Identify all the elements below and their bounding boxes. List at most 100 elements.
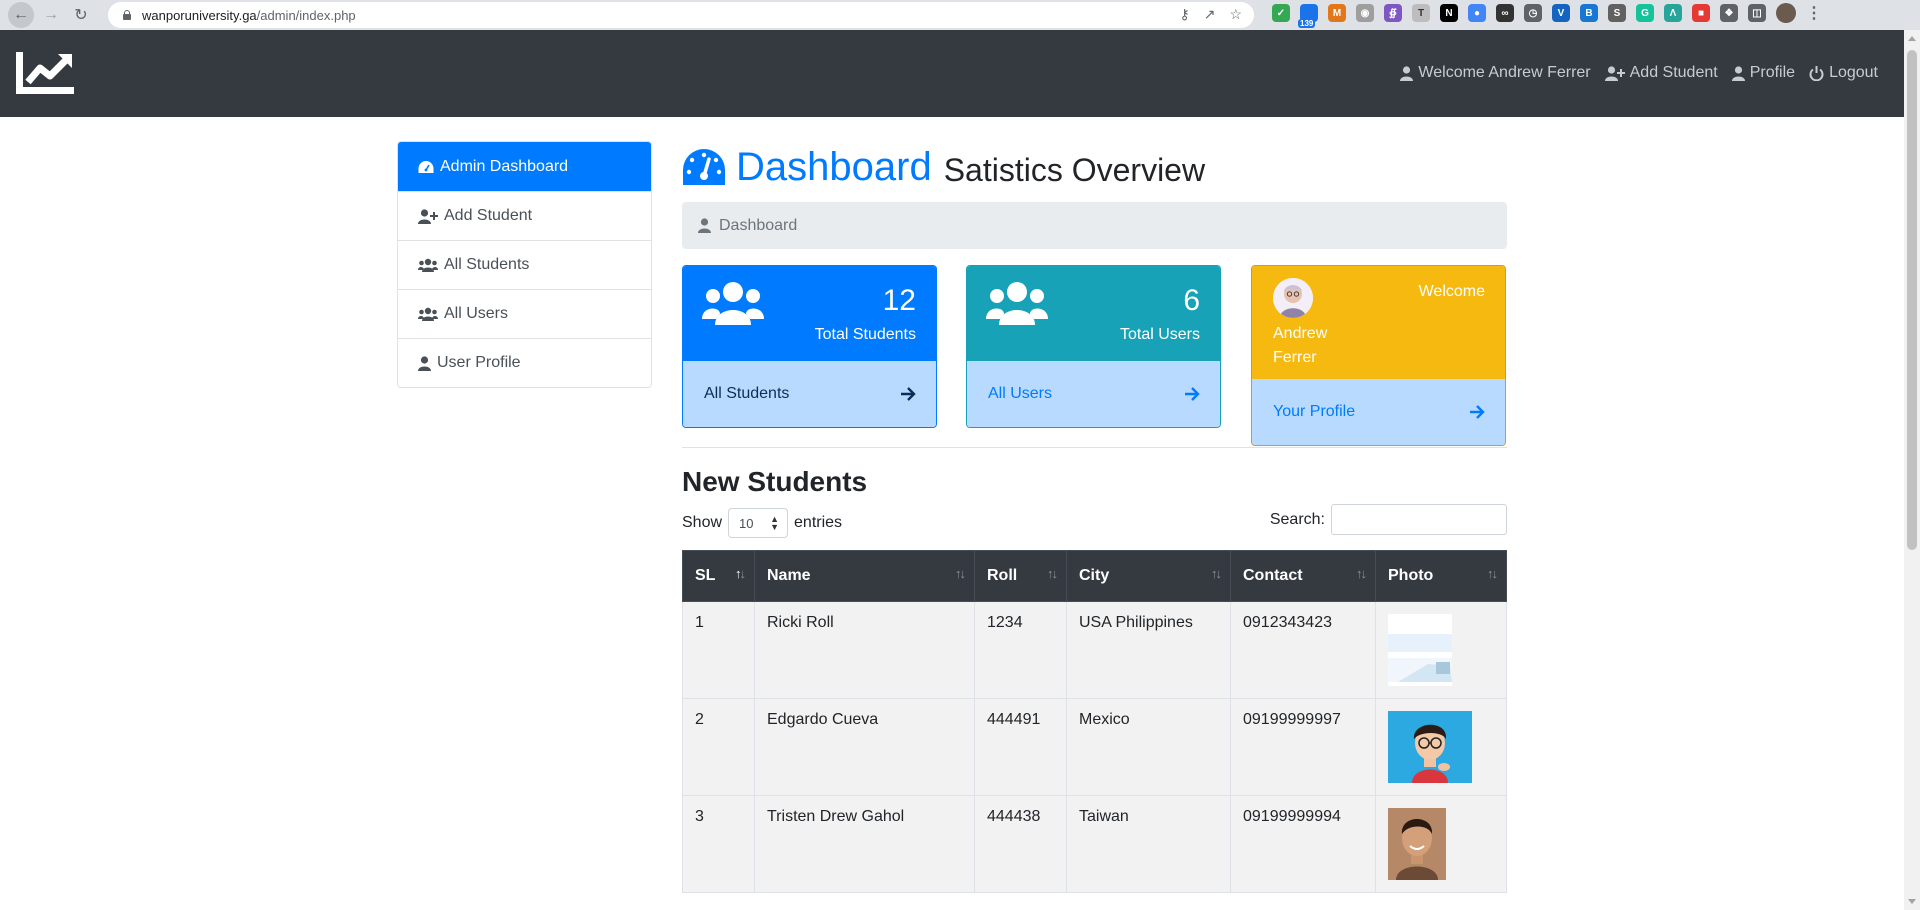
entries-label: entries (794, 514, 843, 531)
sort-icon: ↑↓ (1356, 566, 1367, 581)
user-icon (418, 355, 431, 371)
calendar-extension-icon[interactable]: 139 (1298, 4, 1318, 28)
scrollbar-thumb[interactable] (1907, 50, 1917, 550)
profile-nav-label: Profile (1749, 64, 1796, 81)
side-panel-icon[interactable]: ◫ (1748, 4, 1766, 22)
sidebar-item-label: All Users (444, 305, 509, 322)
cell-roll: 444491 (974, 698, 1067, 796)
student-photo[interactable] (1388, 808, 1446, 880)
column-header-roll[interactable]: Roll ↑↓ (974, 550, 1067, 602)
address-bar[interactable]: wanporuniversity.ga/admin/index.php ⚷ ↗ … (108, 2, 1254, 28)
total-users-card: 6 Total Users All Users (966, 265, 1221, 428)
more-menu-icon[interactable]: ⋮ (1806, 3, 1822, 23)
scroll-up-icon[interactable] (1908, 36, 1916, 41)
card-header: 12 Total Students (683, 266, 936, 361)
sort-icon: ↑↓ (1211, 566, 1222, 581)
column-header-contact[interactable]: Contact ↑↓ (1230, 550, 1376, 602)
welcome-user-name: Andrew Ferrer (1273, 325, 1328, 366)
column-header-sl[interactable]: SL ↑↓ (682, 550, 755, 602)
column-header-name[interactable]: Name ↑↓ (754, 550, 975, 602)
user-plus-icon (1604, 65, 1625, 81)
link-extension-icon[interactable]: ∞ (1496, 4, 1514, 22)
purple-extension-icon[interactable]: ∯ (1384, 4, 1402, 22)
share-icon[interactable]: ↗ (1204, 6, 1216, 23)
profile-nav-link[interactable]: Profile (1731, 64, 1796, 82)
user-icon (698, 218, 711, 233)
bookmark-star-icon[interactable]: ☆ (1229, 6, 1242, 23)
add-student-nav-link[interactable]: Add Student (1604, 64, 1718, 82)
sidebar-item-admin-dashboard[interactable]: Admin Dashboard (398, 142, 651, 191)
page-scrollbar[interactable] (1904, 30, 1920, 910)
card-header: Welcome Andrew Ferrer (1252, 266, 1505, 379)
card-header: 6 Total Users (967, 266, 1220, 361)
new-students-heading: New Students (682, 466, 868, 497)
entries-select[interactable]: 10 ▲ ▼ (728, 508, 789, 538)
column-header-city[interactable]: City ↑↓ (1066, 550, 1231, 602)
sidebar-item-add-student[interactable]: Add Student (398, 191, 651, 240)
blue-circle-extension-icon[interactable]: ● (1468, 4, 1486, 22)
sidebar-item-all-users[interactable]: All Users (398, 289, 651, 338)
all-students-card-link[interactable]: All Students (683, 361, 936, 427)
users-icon (418, 307, 438, 321)
sidebar-item-label: User Profile (437, 354, 521, 371)
cell-photo (1375, 698, 1507, 796)
cell-contact: 09199999997 (1230, 698, 1376, 796)
chart-line-logo-icon[interactable] (14, 50, 76, 96)
search-input[interactable] (1331, 504, 1507, 535)
card-link-label: Your Profile (1273, 403, 1356, 420)
student-photo[interactable] (1388, 711, 1472, 783)
speed-extension-icon[interactable]: ◷ (1524, 4, 1542, 22)
breadcrumb-item: Dashboard (719, 216, 798, 234)
cell-photo (1375, 601, 1507, 699)
scroll-down-icon[interactable] (1908, 899, 1916, 904)
your-profile-card-link[interactable]: Your Profile (1252, 379, 1505, 445)
all-users-card-link[interactable]: All Users (967, 361, 1220, 427)
extensions-bar: ✓ 139 M ◉ ∯ T N ● ∞ ◷ V B S G Λ ■ ❖ ◫ ⋮ (1272, 3, 1822, 28)
users-icon (986, 282, 1048, 325)
key-icon[interactable]: ⚷ (1179, 6, 1189, 23)
red-extension-icon[interactable]: ■ (1692, 4, 1710, 22)
total-students-card: 12 Total Students All Students (682, 265, 937, 428)
column-header-label: SL (695, 567, 716, 584)
welcome-card: Welcome Andrew Ferrer Your Profile (1251, 265, 1506, 446)
metamask-extension-icon[interactable]: M (1328, 4, 1346, 22)
url-path: /admin/index.php (256, 7, 356, 23)
sidebar-item-user-profile[interactable]: User Profile (398, 338, 651, 387)
logout-nav-link[interactable]: Logout (1809, 64, 1878, 82)
shield-extension-icon[interactable]: ✓ (1272, 4, 1290, 22)
sidebar-item-all-students[interactable]: All Students (398, 240, 651, 289)
users-icon (702, 282, 764, 325)
sort-icon: ↑↓ (955, 566, 966, 581)
profile-avatar-icon[interactable] (1776, 3, 1796, 23)
page-title: Dashboard (736, 144, 932, 189)
teal-extension-icon[interactable]: Λ (1664, 4, 1682, 22)
back-icon[interactable]: ← (8, 2, 34, 28)
tachometer-icon (683, 149, 725, 185)
grammarly-extension-icon[interactable]: G (1636, 4, 1654, 22)
camera-extension-icon[interactable]: ◉ (1356, 4, 1374, 22)
total-students-label: Total Students (814, 326, 916, 343)
welcome-link[interactable]: Welcome Andrew Ferrer (1400, 64, 1591, 82)
puzzle-extensions-icon[interactable]: ❖ (1720, 4, 1738, 22)
column-header-label: Name (767, 567, 811, 584)
s-extension-icon[interactable]: S (1608, 4, 1626, 22)
v-extension-icon[interactable]: V (1552, 4, 1570, 22)
student-photo[interactable] (1388, 614, 1452, 686)
bitwarden-extension-icon[interactable]: B (1580, 4, 1598, 22)
page-heading: Dashboard Satistics Overview (682, 141, 1507, 193)
forward-icon[interactable]: → (38, 2, 64, 28)
user-icon (1731, 65, 1745, 81)
users-icon (418, 258, 438, 272)
students-table: SL ↑↓ Name ↑↓ Roll ↑↓ City ↑↓ Contact ↑↓ Phot… (682, 550, 1507, 893)
column-header-label: Photo (1388, 567, 1434, 584)
notion-extension-icon[interactable]: N (1440, 4, 1458, 22)
text-extension-icon[interactable]: T (1412, 4, 1430, 22)
show-label: Show (682, 514, 723, 531)
table-controls: Show 10 ▲ ▼ entries Search: (682, 504, 1507, 538)
column-header-photo[interactable]: Photo ↑↓ (1375, 550, 1507, 602)
table-header-row: SL ↑↓ Name ↑↓ Roll ↑↓ City ↑↓ Contact ↑↓ Phot… (682, 550, 1507, 602)
cell-sl: 2 (682, 698, 755, 796)
sidebar-item-label: Admin Dashboard (440, 157, 569, 175)
sidebar-item-label: All Students (444, 256, 530, 273)
reload-icon[interactable]: ↻ (68, 2, 94, 28)
